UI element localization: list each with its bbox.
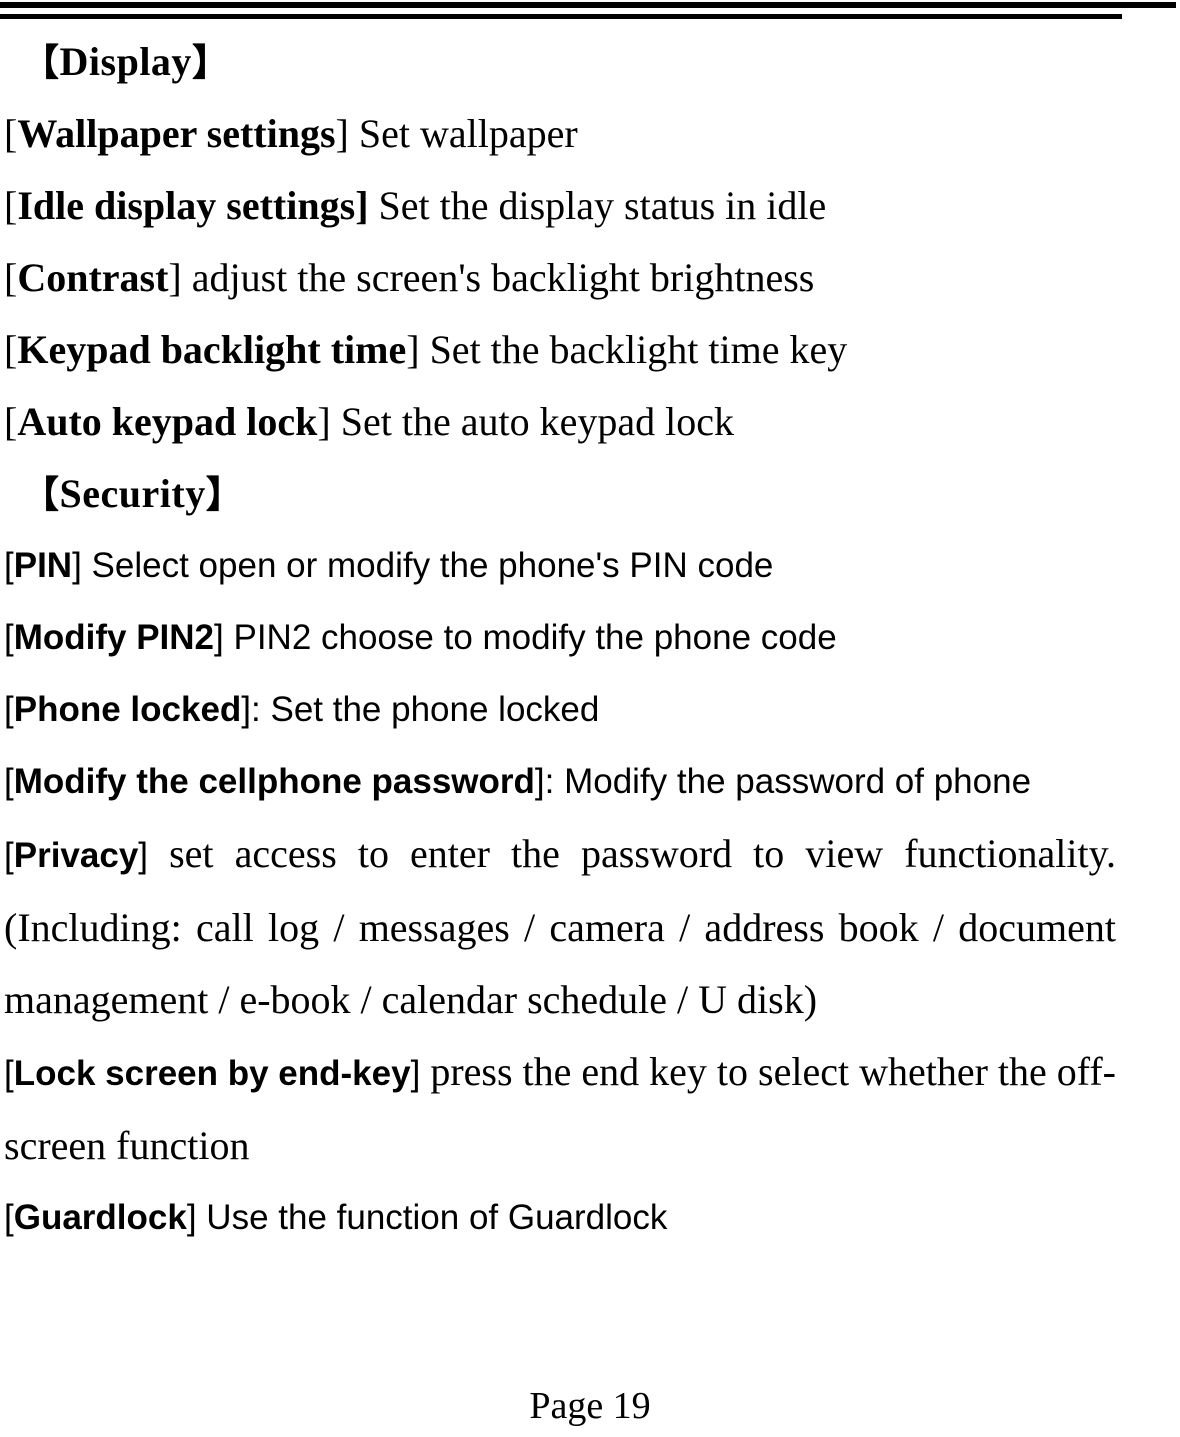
- entry-term: Keypad backlight time: [17, 327, 407, 372]
- entry-bracket-close: ]: [317, 399, 331, 444]
- page-number-label: Page 19: [529, 1385, 651, 1427]
- heading-bracket-close: 】: [191, 41, 230, 84]
- entry-description: : Modify the password of phone: [544, 762, 1032, 801]
- entry-term: Modify PIN2: [13, 618, 215, 657]
- document-content: 【Display】 [Wallpaper settings] Set wallp…: [4, 26, 1116, 1254]
- entry-modify-pin2: [Modify PIN2] PIN2 choose to modify the …: [4, 602, 1116, 674]
- entry-description: Set the display status in idle: [368, 183, 827, 228]
- entry-bracket-close: ]: [186, 1198, 197, 1237]
- entry-term: Idle display settings: [17, 183, 356, 228]
- entry-description: PIN2 choose to modify the phone code: [223, 618, 837, 657]
- entry-bracket-open: [: [4, 618, 14, 657]
- entry-wallpaper-settings: [Wallpaper settings] Set wallpaper: [4, 98, 1116, 170]
- entry-bracket-close: ]: [335, 111, 349, 156]
- entry-bracket-close: ]: [534, 762, 545, 801]
- entry-idle-display-settings: [Idle display settings] Set the display …: [4, 170, 1116, 242]
- entry-term: Lock screen by end-key: [13, 1054, 411, 1093]
- entry-term: Contrast: [17, 255, 169, 300]
- entry-modify-cellphone-password: [Modify the cellphone password]: Modify …: [4, 746, 1116, 818]
- entry-guardlock: [Guardlock] Use the function of Guardloc…: [4, 1182, 1116, 1254]
- entry-term: Privacy: [13, 836, 139, 875]
- entry-bracket-close: ]: [72, 546, 82, 585]
- heading-bracket-open: 【: [22, 473, 60, 516]
- entry-bracket-open: [: [4, 1054, 14, 1093]
- entry-bracket-open: [: [4, 1198, 14, 1237]
- entry-description: set access to enter the password to view…: [4, 831, 1116, 1022]
- entry-bracket-close: ]: [138, 836, 149, 875]
- entry-bracket-open: [: [4, 546, 14, 585]
- entry-bracket-close: ]: [355, 183, 369, 228]
- entry-bracket-open: [: [4, 690, 14, 729]
- page-header-rules: [0, 0, 1180, 26]
- page-footer: Page 19: [0, 1381, 1180, 1431]
- heading-bracket-open: 【: [22, 41, 60, 84]
- page-body: 【Display】 [Wallpaper settings] Set wallp…: [0, 26, 1180, 1437]
- entry-description: : Set the phone locked: [251, 690, 600, 729]
- entry-bracket-close: ]: [410, 1054, 421, 1093]
- entry-bracket-close: ]: [168, 255, 182, 300]
- entry-description: Set the backlight time key: [419, 327, 848, 372]
- entry-bracket-open: [: [4, 399, 18, 444]
- section-heading-security: 【Security】: [4, 458, 1116, 530]
- entry-bracket-open: [: [4, 762, 14, 801]
- header-rule-thick: [0, 2, 1176, 8]
- entry-description: Select open or modify the phone's PIN co…: [81, 546, 774, 585]
- entry-phone-locked: [Phone locked]: Set the phone locked: [4, 674, 1116, 746]
- heading-bracket-close: 】: [205, 473, 244, 516]
- entry-term: PIN: [13, 546, 73, 585]
- entry-term: Wallpaper settings: [17, 111, 336, 156]
- entry-description: Use the function of Guardlock: [196, 1198, 668, 1237]
- entry-lock-screen-by-end-key: [Lock screen by end-key] press the end k…: [4, 1036, 1116, 1182]
- entry-contrast: [Contrast] adjust the screen's backlight…: [4, 242, 1116, 314]
- entry-term: Modify the cellphone password: [13, 762, 535, 801]
- entry-bracket-close: ]: [406, 327, 420, 372]
- header-rule-thin: [0, 14, 1122, 19]
- entry-bracket-open: [: [4, 327, 18, 372]
- heading-label: Security: [59, 471, 206, 516]
- entry-bracket-open: [: [4, 111, 18, 156]
- entry-description: Set wallpaper: [348, 111, 578, 156]
- entry-term: Guardlock: [13, 1198, 187, 1237]
- entry-bracket-open: [: [4, 183, 18, 228]
- heading-label: Display: [59, 39, 192, 84]
- entry-description: Set the auto keypad lock: [330, 399, 734, 444]
- entry-term: Auto keypad lock: [17, 399, 318, 444]
- entry-keypad-backlight-time: [Keypad backlight time] Set the backligh…: [4, 314, 1116, 386]
- entry-bracket-close: ]: [241, 690, 252, 729]
- entry-description: adjust the screen's backlight brightness: [181, 255, 815, 300]
- entry-pin: [PIN] Select open or modify the phone's …: [4, 530, 1116, 602]
- entry-auto-keypad-lock: [Auto keypad lock] Set the auto keypad l…: [4, 386, 1116, 458]
- entry-bracket-open: [: [4, 255, 18, 300]
- section-heading-display: 【Display】: [4, 26, 1116, 98]
- entry-term: Phone locked: [13, 690, 242, 729]
- entry-bracket-close: ]: [214, 618, 224, 657]
- entry-privacy: [Privacy] set access to enter the passwo…: [4, 818, 1116, 1036]
- entry-bracket-open: [: [4, 836, 14, 875]
